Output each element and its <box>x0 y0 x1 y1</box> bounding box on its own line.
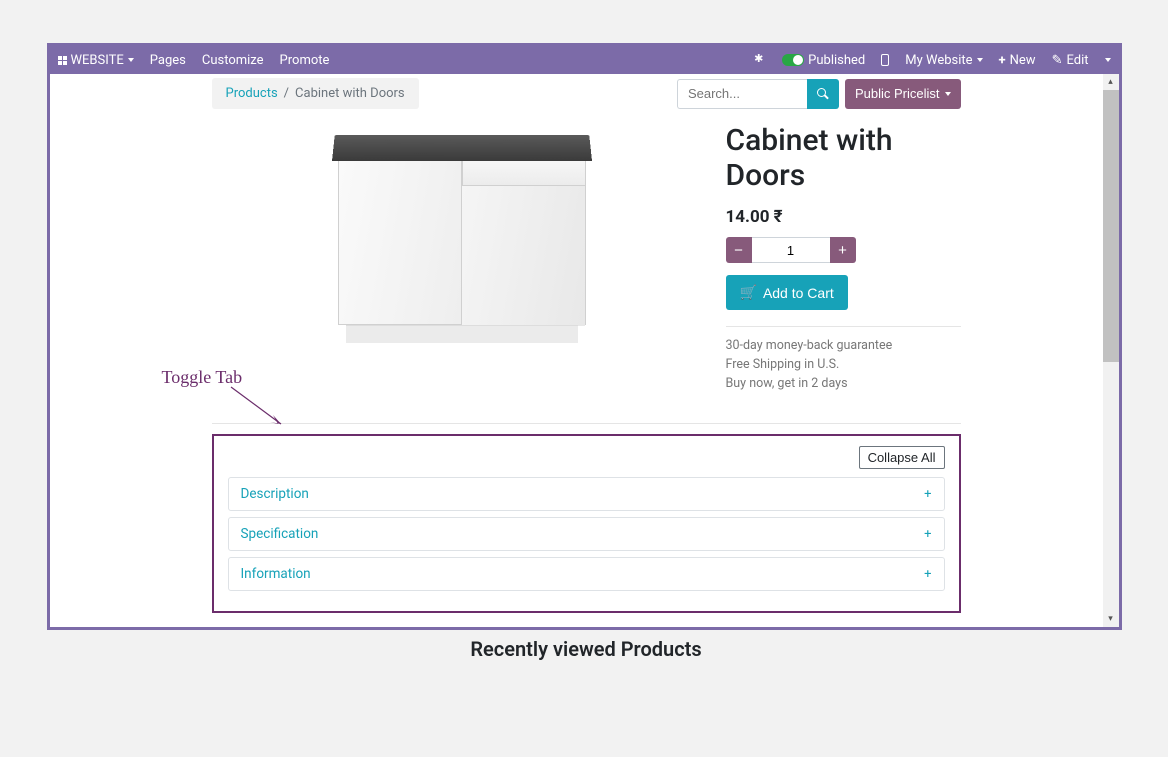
topbar: WEBSITE Pages Customize Promote Publishe… <box>50 46 1119 74</box>
expand-icon: + <box>924 567 931 582</box>
promote-menu[interactable]: Promote <box>280 53 330 68</box>
product-image <box>332 133 592 343</box>
divider <box>726 326 961 327</box>
section-divider <box>212 423 961 424</box>
search-icon <box>817 88 829 100</box>
product-row: Cabinet with Doors 14.00 ₹ − + 🛒 Add to … <box>212 115 961 393</box>
search-button[interactable] <box>807 79 839 109</box>
qty-input[interactable] <box>752 237 830 263</box>
page-inner: Products / Cabinet with Doors Public Pri… <box>212 74 961 661</box>
toggle-tabs-box: Collapse All Description + Specification… <box>212 434 961 613</box>
content-area: ▴ ▾ Products / Cabinet with Doors <box>50 74 1119 627</box>
collapse-all-button[interactable]: Collapse All <box>859 446 945 469</box>
quantity-stepper: − + <box>726 237 961 263</box>
accordion-information[interactable]: Information + <box>228 557 945 591</box>
chevron-down-icon <box>945 92 951 96</box>
chevron-down-icon <box>128 58 134 62</box>
search-row: Public Pricelist <box>677 79 961 109</box>
recently-viewed-title: Recently viewed Products <box>212 637 961 661</box>
product-info: Cabinet with Doors 14.00 ₹ − + 🛒 Add to … <box>712 115 961 393</box>
pencil-icon: ✎ <box>1052 53 1063 68</box>
cart-icon: 🛒 <box>740 284 757 301</box>
chevron-down-icon[interactable] <box>1105 58 1111 62</box>
delivery-text: Buy now, get in 2 days <box>726 375 961 394</box>
expand-icon: + <box>924 527 931 542</box>
pricelist-label: Public Pricelist <box>855 86 940 101</box>
add-to-cart-button[interactable]: 🛒 Add to Cart <box>726 275 848 310</box>
bug-icon[interactable] <box>754 54 766 66</box>
plus-icon: + <box>999 53 1006 68</box>
add-to-cart-label: Add to Cart <box>763 285 834 301</box>
accordion-description[interactable]: Description + <box>228 477 945 511</box>
search-input[interactable] <box>677 79 807 109</box>
new-label: New <box>1010 53 1036 68</box>
topbar-right: Published My Website + New ✎ Edit <box>754 53 1110 68</box>
qty-increase-button[interactable]: + <box>830 237 856 263</box>
publish-toggle[interactable]: Published <box>782 53 865 68</box>
accordion-specification[interactable]: Specification + <box>228 517 945 551</box>
accordion-title: Specification <box>241 526 319 542</box>
breadcrumb-products-link[interactable]: Products <box>226 86 278 101</box>
grid-icon <box>58 56 67 65</box>
scrollbar-thumb[interactable] <box>1103 74 1119 362</box>
search-box <box>677 79 839 109</box>
shipping-text: Free Shipping in U.S. <box>726 356 961 375</box>
scroll-up-arrow[interactable]: ▴ <box>1103 74 1119 90</box>
mobile-icon[interactable] <box>881 54 889 66</box>
app-window: WEBSITE Pages Customize Promote Publishe… <box>47 43 1122 630</box>
website-menu[interactable]: WEBSITE <box>58 53 134 68</box>
expand-icon: + <box>924 487 931 502</box>
published-label: Published <box>808 53 865 68</box>
toggle-switch-icon <box>782 54 804 66</box>
accordion-title: Information <box>241 566 311 582</box>
accordion-title: Description <box>241 486 309 502</box>
edit-button[interactable]: ✎ Edit <box>1052 53 1089 68</box>
breadcrumb-bar: Products / Cabinet with Doors Public Pri… <box>212 74 961 109</box>
chevron-down-icon <box>977 58 983 62</box>
customize-menu[interactable]: Customize <box>202 53 264 68</box>
breadcrumb-current: Cabinet with Doors <box>295 86 405 101</box>
scroll-down-arrow[interactable]: ▾ <box>1103 611 1119 627</box>
product-title: Cabinet with Doors <box>726 123 961 193</box>
qty-decrease-button[interactable]: − <box>726 237 752 263</box>
product-image-col <box>212 115 712 393</box>
breadcrumb: Products / Cabinet with Doors <box>212 78 419 109</box>
website-label: WEBSITE <box>71 53 124 68</box>
edit-label: Edit <box>1066 53 1088 68</box>
new-button[interactable]: + New <box>999 53 1036 68</box>
breadcrumb-sep: / <box>284 86 289 101</box>
my-website-label: My Website <box>905 53 972 68</box>
topbar-left: WEBSITE Pages Customize Promote <box>58 53 330 68</box>
pages-menu[interactable]: Pages <box>150 53 186 68</box>
annotation-arrow <box>226 382 296 432</box>
my-website-menu[interactable]: My Website <box>905 53 982 68</box>
product-price: 14.00 ₹ <box>726 207 961 227</box>
info-lines: 30-day money-back guarantee Free Shippin… <box>726 337 961 393</box>
guarantee-text: 30-day money-back guarantee <box>726 337 961 356</box>
pricelist-dropdown[interactable]: Public Pricelist <box>845 79 961 109</box>
